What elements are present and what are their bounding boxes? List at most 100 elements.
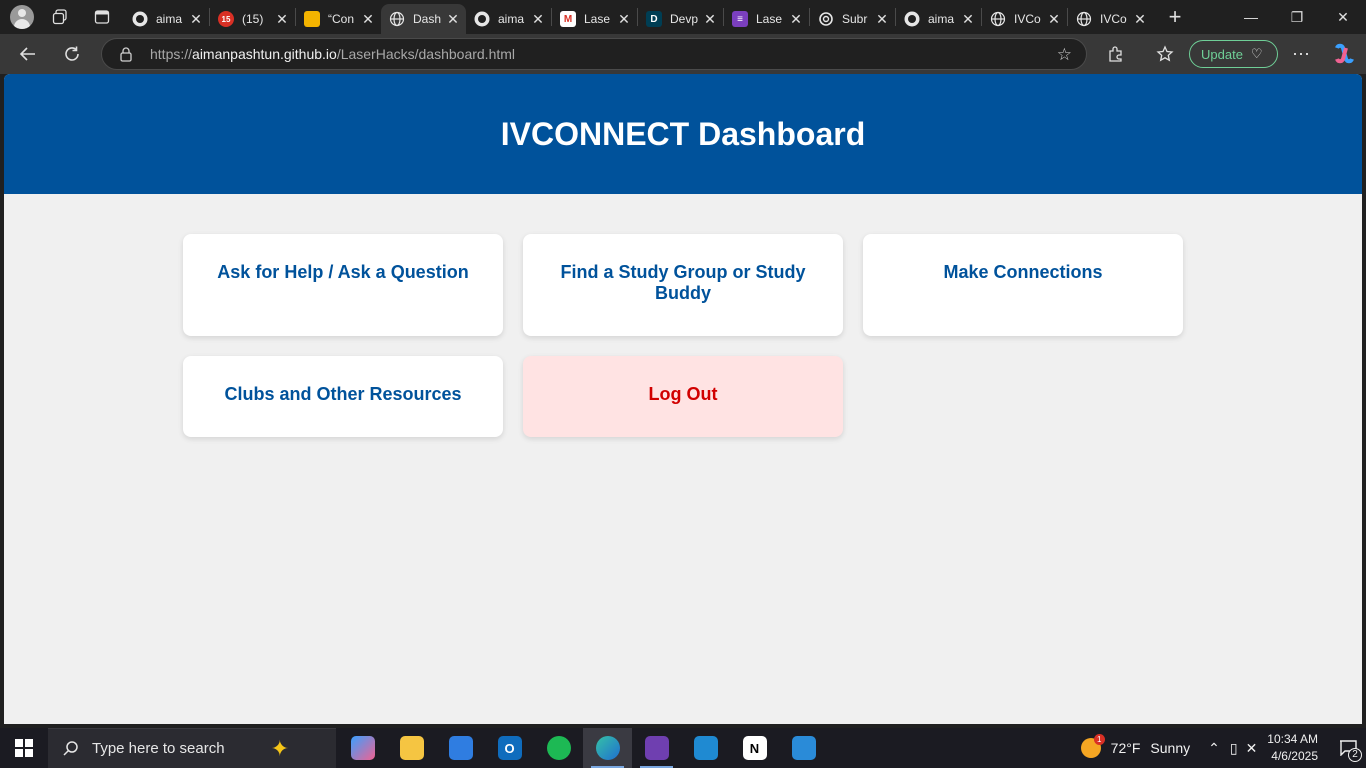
lock-icon[interactable] xyxy=(118,46,134,62)
notification-center-icon[interactable]: 2 xyxy=(1330,728,1366,768)
favorite-star-icon[interactable]: ☆ xyxy=(1057,45,1072,65)
store-icon xyxy=(448,736,473,760)
vscode-icon xyxy=(693,736,718,760)
search-icon xyxy=(63,740,78,756)
refresh-icon[interactable] xyxy=(56,38,88,70)
tab-title: Devp xyxy=(670,12,699,26)
browser-tab-strip: aima ✕ 15 (15) ✕ “Con ✕ Dash ✕ aima ✕ M Lase ✕ D Devp ✕ ≡… xyxy=(0,0,1366,34)
close-tab-icon[interactable]: ✕ xyxy=(617,11,631,28)
close-tab-icon[interactable]: ✕ xyxy=(361,11,375,28)
github-icon xyxy=(132,11,148,27)
page-header: IVCONNECT Dashboard xyxy=(4,74,1362,194)
vertical-tabs-icon[interactable] xyxy=(88,3,116,31)
clock[interactable]: 10:34 AM 4/6/2025 xyxy=(1267,731,1318,765)
copilot-icon[interactable] xyxy=(1328,38,1360,70)
update-label: Update xyxy=(1201,46,1243,62)
vscode-app[interactable] xyxy=(681,728,730,768)
spotify-app[interactable] xyxy=(534,728,583,768)
log-out-button[interactable]: Log Out xyxy=(523,356,843,437)
sun-icon: 1 xyxy=(1080,734,1105,758)
browser-tab[interactable]: M Lase ✕ xyxy=(552,4,637,34)
search-placeholder: Type here to search xyxy=(92,740,225,757)
close-tab-icon[interactable]: ✕ xyxy=(189,11,203,28)
file-explorer-app[interactable] xyxy=(387,728,436,768)
close-tab-icon[interactable]: ✕ xyxy=(875,11,889,28)
start-button[interactable] xyxy=(0,728,48,768)
profile-avatar-icon[interactable] xyxy=(10,5,34,29)
browser-tab[interactable]: Subr ✕ xyxy=(810,4,895,34)
clock-date: 4/6/2025 xyxy=(1271,749,1318,763)
browser-tab[interactable]: Dash ✕ xyxy=(381,4,466,34)
favorites-icon[interactable] xyxy=(1149,38,1181,70)
extensions-icon[interactable] xyxy=(1100,38,1132,70)
close-tab-icon[interactable]: ✕ xyxy=(275,11,289,28)
tab-title: Lase xyxy=(756,12,783,26)
photos-icon xyxy=(791,736,816,760)
browser-tab[interactable]: aima ✕ xyxy=(896,4,981,34)
edge-icon xyxy=(595,736,620,760)
globe-icon xyxy=(389,11,405,27)
restore-icon[interactable]: ❐ xyxy=(1274,0,1320,34)
update-button[interactable]: Update ♡ xyxy=(1189,40,1278,68)
workspaces-icon[interactable] xyxy=(46,3,74,31)
close-tab-icon[interactable]: ✕ xyxy=(1047,11,1061,28)
back-arrow-icon[interactable] xyxy=(12,38,44,70)
close-tab-icon[interactable]: ✕ xyxy=(531,11,545,28)
close-tab-icon[interactable]: ✕ xyxy=(703,11,717,28)
search-highlight-icon: ✦ xyxy=(270,735,290,761)
find-study-group-card[interactable]: Find a Study Group or Study Buddy xyxy=(523,234,843,336)
browser-tab[interactable]: ≡ Lase ✕ xyxy=(724,4,809,34)
clubs-resources-card[interactable]: Clubs and Other Resources xyxy=(183,356,503,437)
url-text[interactable]: https://aimanpashtun.github.io/LaserHack… xyxy=(150,46,515,62)
folder-icon xyxy=(399,736,424,760)
tab-title: Lase xyxy=(584,12,611,26)
close-tab-icon[interactable]: ✕ xyxy=(446,11,460,28)
notification-app-icon: 15 xyxy=(218,11,234,27)
taskbar-search[interactable]: Type here to search ✦ xyxy=(48,728,336,768)
copilot-app[interactable] xyxy=(338,728,387,768)
url-path: /LaserHacks/dashboard.html xyxy=(336,46,516,62)
tab-title: “Con xyxy=(328,12,355,26)
forms-icon: ≡ xyxy=(732,11,748,27)
browser-tab[interactable]: aima ✕ xyxy=(124,4,209,34)
notion-app[interactable]: N xyxy=(730,728,779,768)
copilot-app-icon xyxy=(350,736,375,760)
speaker-muted-icon[interactable]: ✕ xyxy=(1246,740,1258,757)
address-bar[interactable]: https://aimanpashtun.github.io/LaserHack… xyxy=(101,38,1087,70)
weather-widget[interactable]: 1 72°F Sunny xyxy=(1080,734,1191,758)
window-controls: — ❐ ✕ xyxy=(1228,0,1366,34)
close-window-icon[interactable]: ✕ xyxy=(1320,0,1366,34)
visual-studio-app[interactable] xyxy=(632,728,681,768)
minimize-icon[interactable]: — xyxy=(1228,0,1274,34)
devpost-icon: D xyxy=(646,11,662,27)
close-tab-icon[interactable]: ✕ xyxy=(961,11,975,28)
weather-text: Sunny xyxy=(1150,740,1191,756)
globe-icon xyxy=(1076,11,1092,27)
tab-title: IVCo xyxy=(1100,12,1127,26)
browser-tab[interactable]: IVCo ✕ xyxy=(1068,4,1153,34)
edge-app[interactable] xyxy=(583,728,632,768)
outlook-app[interactable]: O xyxy=(485,728,534,768)
ask-for-help-card[interactable]: Ask for Help / Ask a Question xyxy=(183,234,503,336)
photos-app[interactable] xyxy=(779,728,828,768)
chevron-up-icon[interactable]: ⌃ xyxy=(1208,740,1220,757)
system-tray: 1 72°F Sunny ⌃ ▯ ✕ 10:34 AM 4/6/2025 2 xyxy=(1080,728,1366,768)
browser-tab[interactable]: IVCo ✕ xyxy=(982,4,1067,34)
tab-title: Dash xyxy=(413,12,442,26)
globe-icon xyxy=(990,11,1006,27)
battery-icon[interactable]: ▯ xyxy=(1230,740,1238,757)
make-connections-card[interactable]: Make Connections xyxy=(863,234,1183,336)
close-tab-icon[interactable]: ✕ xyxy=(789,11,803,28)
new-tab-button[interactable]: + xyxy=(1161,3,1189,31)
clock-time: 10:34 AM xyxy=(1267,732,1318,746)
openai-icon xyxy=(818,11,834,27)
browser-tab[interactable]: D Devp ✕ xyxy=(638,4,723,34)
tab-title: (15) xyxy=(242,12,264,26)
browser-tab[interactable]: 15 (15) ✕ xyxy=(210,4,295,34)
more-options-icon[interactable]: ⋯ xyxy=(1285,38,1317,70)
browser-tab[interactable]: “Con ✕ xyxy=(296,4,381,34)
browser-tab[interactable]: aima ✕ xyxy=(466,4,551,34)
tab-title: Subr xyxy=(842,12,868,26)
store-app[interactable] xyxy=(436,728,485,768)
close-tab-icon[interactable]: ✕ xyxy=(1133,11,1147,28)
